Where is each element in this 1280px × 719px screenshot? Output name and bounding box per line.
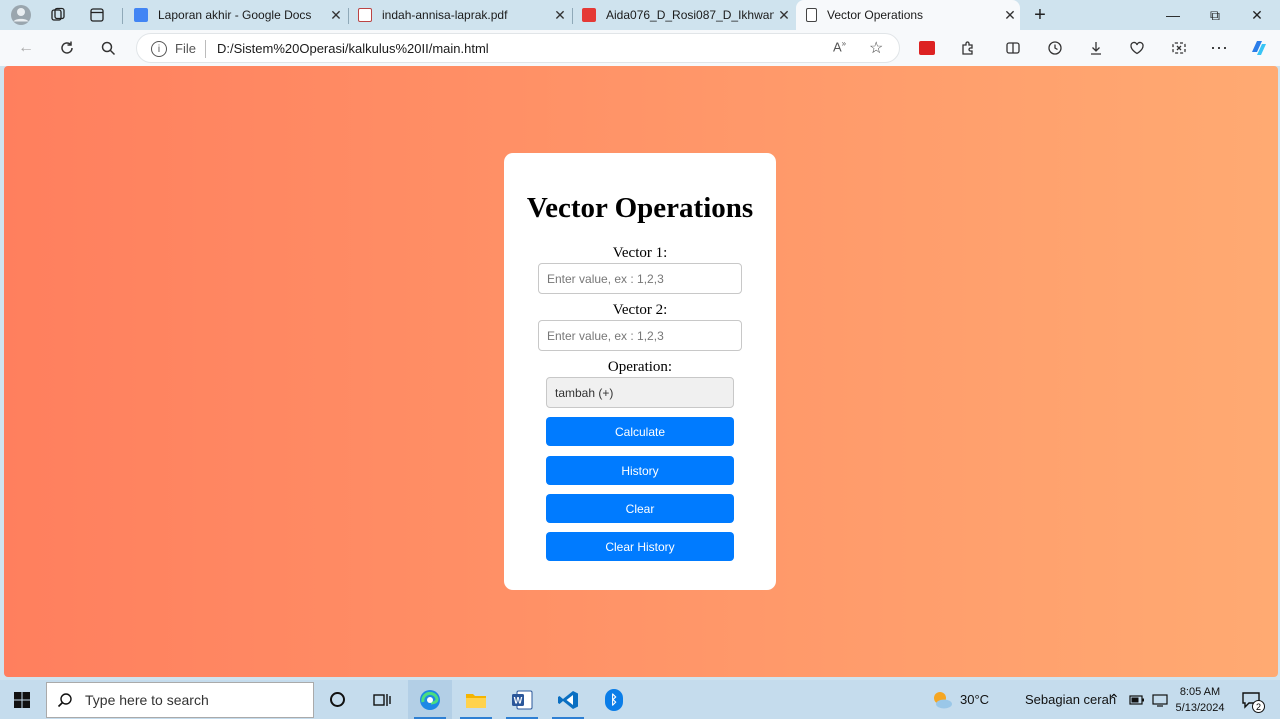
address-toolbar: ← i File D:/Sistem%20Operasi/kalkulus%20… bbox=[0, 30, 1280, 66]
tab-vector-operations[interactable]: Vector Operations ✕ bbox=[796, 0, 1020, 30]
downloads-icon[interactable] bbox=[1084, 36, 1108, 60]
cortana-icon[interactable] bbox=[318, 680, 356, 719]
edge-taskbar-icon[interactable] bbox=[408, 680, 452, 719]
minimize-button[interactable]: — bbox=[1152, 0, 1194, 30]
read-aloud-icon[interactable]: A» bbox=[833, 39, 846, 54]
vscode-icon[interactable] bbox=[546, 680, 590, 719]
battery-icon[interactable] bbox=[1127, 680, 1147, 719]
workspaces-icon[interactable] bbox=[47, 4, 69, 26]
search-placeholder: Type here to search bbox=[85, 692, 209, 708]
clear-history-button[interactable]: Clear History bbox=[546, 532, 734, 561]
close-icon[interactable]: ✕ bbox=[1000, 7, 1020, 24]
word-icon[interactable]: W bbox=[500, 680, 544, 719]
weather-desc[interactable]: Sebagian cerah bbox=[1025, 680, 1116, 719]
pdf-icon bbox=[358, 8, 372, 22]
network-icon[interactable] bbox=[1150, 680, 1170, 719]
notification-count: 2 bbox=[1252, 700, 1265, 713]
calculator-card: Vector Operations Vector 1: Vector 2: Op… bbox=[504, 153, 776, 590]
page-background: Vector Operations Vector 1: Vector 2: Op… bbox=[4, 66, 1278, 677]
clock-time: 8:05 AM bbox=[1179, 686, 1221, 698]
more-menu-icon[interactable]: ⋯ bbox=[1207, 36, 1231, 60]
google-docs-icon bbox=[134, 8, 148, 22]
operation-label: Operation: bbox=[607, 359, 673, 375]
history-icon[interactable] bbox=[1043, 36, 1067, 60]
weather-icon[interactable] bbox=[928, 680, 956, 719]
restore-button[interactable]: ⧉ bbox=[1194, 0, 1236, 30]
tab-pdf-aida[interactable]: Aida076_D_Rosi087_D_Ikhwan10 ✕ bbox=[574, 0, 794, 30]
clock-date: 5/13/2024 bbox=[1175, 702, 1225, 714]
clock[interactable]: 8:05 AM 5/13/2024 bbox=[1172, 684, 1228, 716]
bluetooth-icon[interactable]: ᛒ bbox=[592, 680, 636, 719]
search-icon[interactable] bbox=[96, 36, 120, 60]
tab-title: Laporan akhir - Google Docs bbox=[158, 8, 312, 22]
performance-icon[interactable] bbox=[1125, 36, 1149, 60]
operation-select[interactable]: tambah (+) bbox=[546, 377, 734, 408]
refresh-icon[interactable] bbox=[55, 36, 79, 60]
notifications-icon[interactable]: 2 bbox=[1236, 680, 1266, 719]
extension-icon[interactable] bbox=[915, 36, 939, 60]
page-title: Vector Operations bbox=[526, 192, 754, 224]
scheme-label: File bbox=[175, 41, 196, 56]
page-icon bbox=[806, 8, 817, 22]
tab-actions-icon[interactable] bbox=[86, 4, 108, 26]
close-icon[interactable]: ✕ bbox=[326, 7, 346, 24]
close-icon[interactable]: ✕ bbox=[550, 7, 570, 24]
url-text[interactable]: D:/Sistem%20Operasi/kalkulus%20II/main.h… bbox=[217, 41, 489, 56]
file-explorer-icon[interactable] bbox=[454, 680, 498, 719]
new-tab-button[interactable]: + bbox=[1029, 4, 1051, 26]
task-view-icon[interactable] bbox=[364, 680, 400, 719]
taskbar: Type here to search W ᛒ 30°C Sebagian ce… bbox=[0, 680, 1280, 719]
clear-button[interactable]: Clear bbox=[546, 494, 734, 523]
address-bar[interactable]: i File D:/Sistem%20Operasi/kalkulus%20II… bbox=[136, 33, 900, 63]
copilot-icon[interactable] bbox=[1247, 36, 1271, 60]
favorite-star-icon[interactable]: ☆ bbox=[869, 38, 883, 58]
taskbar-search[interactable]: Type here to search bbox=[46, 682, 314, 718]
extensions-puzzle-icon[interactable] bbox=[956, 36, 980, 60]
tab-title: Vector Operations bbox=[827, 8, 924, 22]
split-screen-icon[interactable] bbox=[1001, 36, 1025, 60]
profile-icon[interactable] bbox=[10, 4, 32, 26]
screenshot-icon[interactable] bbox=[1167, 36, 1191, 60]
tab-title: Aida076_D_Rosi087_D_Ikhwan10 bbox=[606, 8, 774, 22]
tab-google-docs[interactable]: Laporan akhir - Google Docs ✕ bbox=[126, 0, 346, 30]
back-icon[interactable]: ← bbox=[14, 36, 38, 60]
tab-bar: Laporan akhir - Google Docs ✕ indah-anni… bbox=[0, 0, 1280, 30]
vector1-input[interactable] bbox=[538, 263, 742, 294]
close-icon[interactable]: ✕ bbox=[774, 7, 794, 24]
vector2-label: Vector 2: bbox=[612, 302, 668, 318]
svg-text:W: W bbox=[514, 695, 523, 705]
start-button[interactable] bbox=[0, 680, 44, 719]
tab-title: indah-annisa-laprak.pdf bbox=[382, 8, 508, 22]
vector2-input[interactable] bbox=[538, 320, 742, 351]
vector1-label: Vector 1: bbox=[612, 245, 668, 261]
search-icon bbox=[57, 693, 72, 708]
calculate-button[interactable]: Calculate bbox=[546, 417, 734, 446]
windows-icon bbox=[14, 691, 30, 708]
weather-temp[interactable]: 30°C bbox=[960, 680, 989, 719]
info-icon[interactable]: i bbox=[151, 41, 167, 57]
history-button[interactable]: History bbox=[546, 456, 734, 485]
pdf-icon bbox=[582, 8, 596, 22]
chevron-up-icon[interactable]: ⌃ bbox=[1104, 680, 1124, 719]
tab-pdf-indah[interactable]: indah-annisa-laprak.pdf ✕ bbox=[350, 0, 570, 30]
close-window-button[interactable]: ✕ bbox=[1236, 0, 1278, 30]
